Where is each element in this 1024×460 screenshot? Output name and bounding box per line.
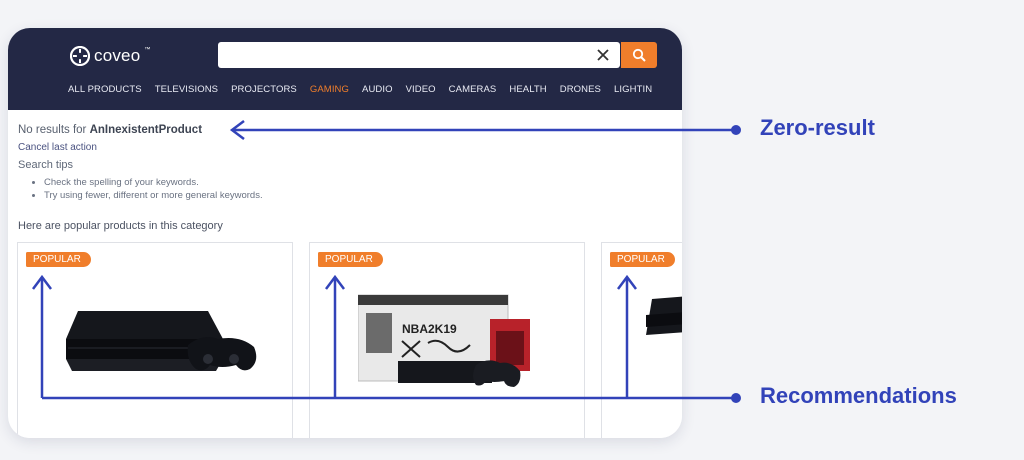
zero-result-dot <box>731 125 741 135</box>
zero-result-label: Zero-result <box>760 115 875 140</box>
recommendations-label: Recommendations <box>760 383 957 408</box>
recommendations-dot <box>731 393 741 403</box>
